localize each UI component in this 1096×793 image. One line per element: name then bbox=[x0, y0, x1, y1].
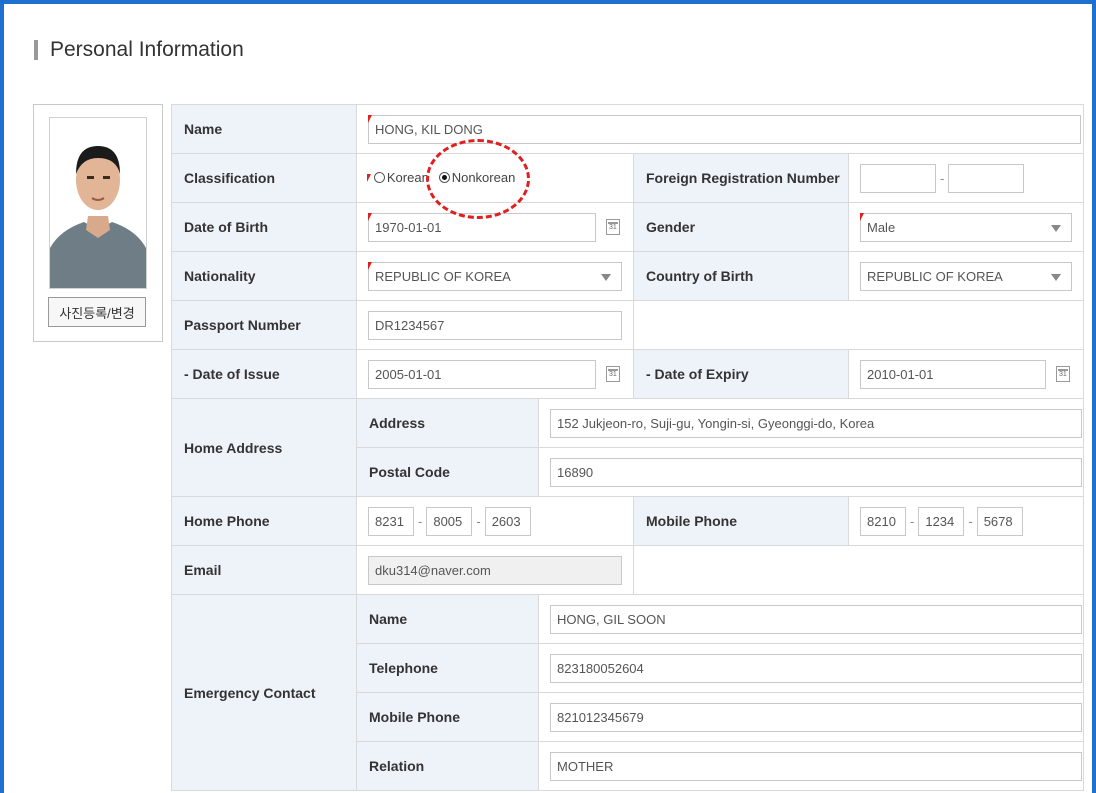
radio-korean-circle[interactable] bbox=[373, 172, 385, 183]
emergency-name-label: Name bbox=[356, 594, 539, 644]
home-phone-part2[interactable]: 8005 bbox=[426, 506, 473, 536]
radio-korean[interactable]: Korean bbox=[373, 170, 429, 185]
gender-label: Gender bbox=[633, 202, 849, 252]
mobile-phone-part2[interactable]: 1234 bbox=[918, 506, 965, 536]
profile-photo bbox=[49, 117, 147, 289]
emergency-name-field[interactable]: HONG, GIL SOON bbox=[550, 604, 1082, 634]
foreign-reg-label: Foreign Registration Number bbox=[633, 153, 849, 203]
page-title: Personal Information bbox=[34, 38, 244, 62]
annotation-circle bbox=[426, 139, 530, 219]
postal-code-label: Postal Code bbox=[356, 447, 539, 497]
person-photo-icon bbox=[50, 118, 146, 288]
home-phone-label: Home Phone bbox=[171, 496, 357, 546]
mobile-phone-part3[interactable]: 5678 bbox=[976, 506, 1023, 536]
foreign-reg-part2[interactable] bbox=[948, 163, 1025, 193]
required-marker bbox=[367, 174, 371, 183]
dash: - bbox=[940, 170, 945, 186]
address-field[interactable]: 152 Jukjeon-ro, Suji-gu, Yongin-si, Gyeo… bbox=[550, 408, 1082, 438]
issue-date-field[interactable]: 2005-01-01 bbox=[368, 359, 596, 389]
emergency-relation-field[interactable]: MOTHER bbox=[550, 751, 1082, 781]
calendar-icon[interactable] bbox=[606, 219, 620, 235]
nationality-label: Nationality bbox=[171, 251, 357, 301]
emergency-mobile-field[interactable]: 821012345679 bbox=[550, 702, 1082, 732]
passport-field[interactable]: DR1234567 bbox=[368, 310, 622, 340]
emergency-mobile-label: Mobile Phone bbox=[356, 692, 539, 742]
chevron-down-icon[interactable] bbox=[1051, 273, 1061, 281]
country-of-birth-label: Country of Birth bbox=[633, 251, 849, 301]
calendar-icon[interactable] bbox=[1056, 366, 1070, 382]
emergency-contact-label: Emergency Contact bbox=[171, 594, 357, 791]
personal-info-table: Name HONG, KIL DONG Classification Korea… bbox=[171, 104, 1084, 791]
postal-code-field[interactable]: 16890 bbox=[550, 457, 1082, 487]
calendar-icon[interactable] bbox=[606, 366, 620, 382]
emergency-relation-label: Relation bbox=[356, 741, 539, 791]
home-phone-part3[interactable]: 2603 bbox=[484, 506, 531, 536]
expiry-date-field[interactable]: 2010-01-01 bbox=[860, 359, 1046, 389]
home-phone-part1[interactable]: 8231 bbox=[368, 506, 414, 536]
home-address-label: Home Address bbox=[171, 398, 357, 497]
mobile-phone-part1[interactable]: 8210 bbox=[860, 506, 906, 536]
issue-label: - Date of Issue bbox=[171, 349, 357, 399]
photo-panel: 사진등록/변경 bbox=[33, 104, 163, 342]
emergency-tel-label: Telephone bbox=[356, 643, 539, 693]
emergency-tel-field[interactable]: 823180052604 bbox=[550, 653, 1082, 683]
photo-register-button[interactable]: 사진등록/변경 bbox=[48, 297, 146, 327]
empty-cell bbox=[633, 545, 1084, 595]
empty-cell bbox=[633, 300, 1084, 350]
nationality-select[interactable]: REPUBLIC OF KOREA bbox=[368, 261, 622, 291]
chevron-down-icon[interactable] bbox=[1051, 224, 1061, 232]
country-of-birth-select[interactable]: REPUBLIC OF KOREA bbox=[860, 261, 1072, 291]
chevron-down-icon[interactable] bbox=[601, 273, 611, 281]
title-bar-marker bbox=[34, 40, 38, 60]
email-field[interactable]: dku314@naver.com bbox=[368, 555, 622, 585]
foreign-reg-part1[interactable] bbox=[860, 163, 936, 193]
classification-label: Classification bbox=[171, 153, 357, 203]
address-label: Address bbox=[356, 398, 539, 448]
expiry-label: - Date of Expiry bbox=[633, 349, 849, 399]
name-label: Name bbox=[171, 104, 357, 154]
dob-label: Date of Birth bbox=[171, 202, 357, 252]
mobile-phone-label: Mobile Phone bbox=[633, 496, 849, 546]
passport-label: Passport Number bbox=[171, 300, 357, 350]
gender-select[interactable]: Male bbox=[860, 212, 1072, 242]
email-label: Email bbox=[171, 545, 357, 595]
